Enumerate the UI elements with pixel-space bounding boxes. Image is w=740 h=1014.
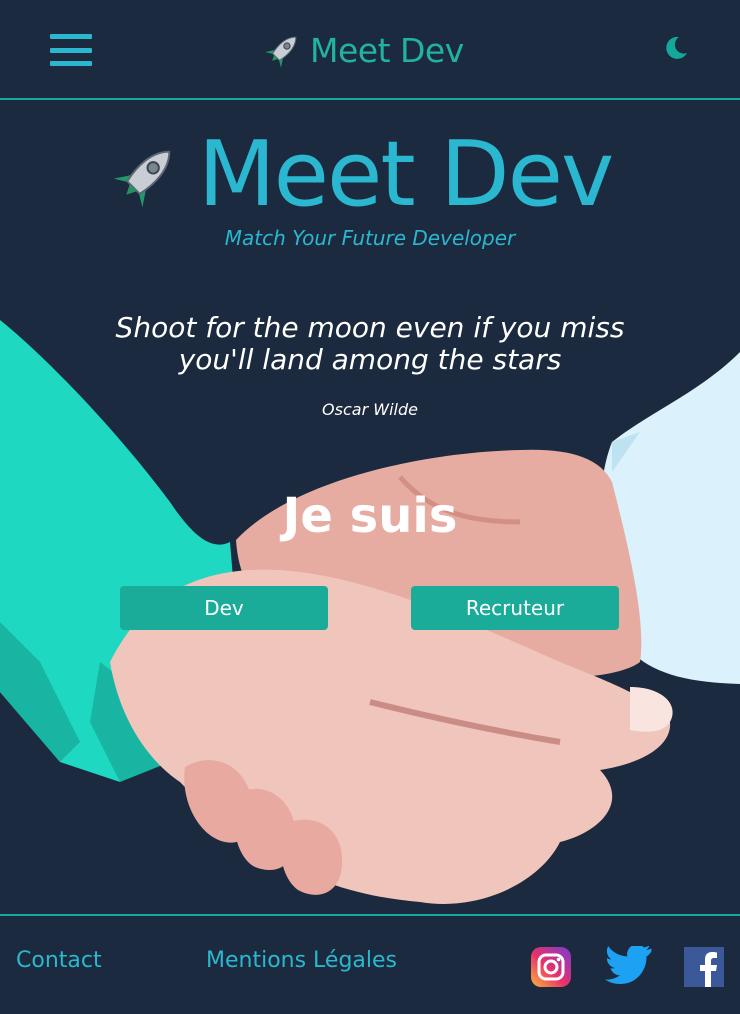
contact-link[interactable]: Contact	[16, 948, 102, 973]
quote-author: Oscar Wilde	[322, 400, 418, 419]
hamburger-menu-icon[interactable]	[50, 34, 92, 66]
role-prompt: Je suis	[282, 488, 458, 544]
hero-title: Meet Dev	[198, 122, 614, 227]
legal-notice-link[interactable]: Mentions Légales	[206, 948, 397, 973]
hero-tagline: Match Your Future Developer	[224, 226, 516, 250]
footer: Contact Mentions Légales	[0, 914, 740, 1014]
recruiter-button[interactable]: Recruteur	[411, 586, 619, 630]
navbar-brand-label: Meet Dev	[310, 30, 464, 70]
navbar-brand[interactable]: Meet Dev	[262, 28, 464, 72]
instagram-icon[interactable]	[530, 946, 572, 988]
quote-text: Shoot for the moon even if you miss you'…	[115, 311, 625, 376]
twitter-icon[interactable]	[604, 946, 652, 988]
dev-button[interactable]: Dev	[120, 586, 328, 630]
hero-logo: Meet Dev	[108, 122, 614, 227]
facebook-icon[interactable]	[684, 947, 724, 987]
rocket-icon	[265, 36, 297, 68]
rocket-icon	[113, 150, 171, 208]
moon-icon[interactable]	[662, 34, 690, 62]
top-navbar: Meet Dev	[0, 0, 740, 100]
